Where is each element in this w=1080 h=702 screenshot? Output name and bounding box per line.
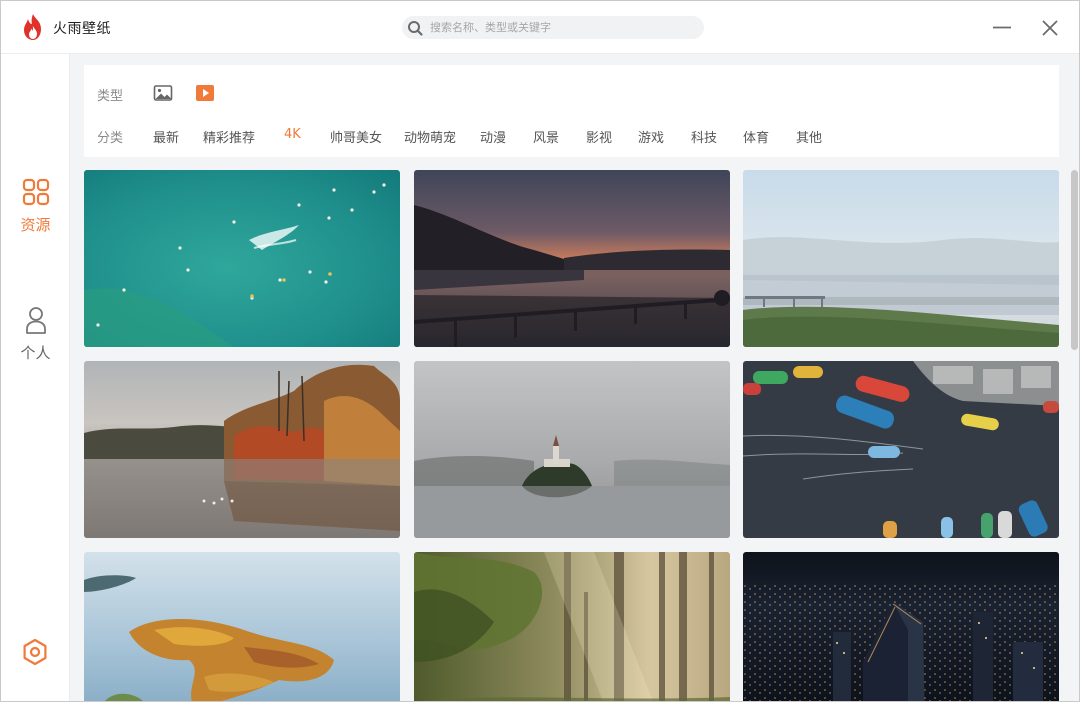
type-label: 类型 — [97, 89, 124, 104]
wallpaper-thumbnail[interactable] — [414, 552, 730, 701]
search-box[interactable] — [402, 16, 704, 39]
wallpaper-image — [743, 361, 1059, 538]
close-button[interactable] — [1037, 15, 1063, 41]
settings-icon[interactable] — [21, 638, 49, 666]
sidebar-item-label: 资源 — [20, 216, 51, 234]
category-latest[interactable]: 最新 — [153, 127, 179, 146]
category-sports[interactable]: 体育 — [743, 127, 769, 146]
category-other[interactable]: 其他 — [796, 127, 822, 146]
wallpaper-grid — [84, 170, 1060, 701]
wallpaper-thumbnail[interactable] — [414, 361, 730, 538]
category-people[interactable]: 帅哥美女 — [330, 127, 382, 146]
filter-panel: 类型 分类 最新 精彩推荐 4K 帅哥美女 动物萌宠 动漫 风景 影视 游戏 科… — [84, 65, 1059, 157]
category-label: 分类 — [97, 131, 124, 146]
wallpaper-image — [414, 552, 730, 701]
scrollbar-thumb[interactable] — [1071, 170, 1078, 350]
wallpaper-image — [414, 361, 730, 538]
sidebar-item-resources[interactable]: 资源 — [1, 178, 70, 235]
category-tech[interactable]: 科技 — [691, 127, 717, 146]
search-icon[interactable] — [406, 19, 424, 37]
grid-icon — [22, 178, 49, 206]
wallpaper-image — [84, 170, 400, 347]
wallpaper-thumbnail[interactable] — [743, 552, 1059, 701]
wallpaper-thumbnail[interactable] — [84, 361, 400, 538]
sidebar-item-label: 个人 — [20, 344, 51, 362]
category-featured[interactable]: 精彩推荐 — [203, 127, 255, 146]
wallpaper-image — [414, 170, 730, 347]
category-4k[interactable]: 4K — [284, 127, 301, 142]
wallpaper-thumbnail[interactable] — [414, 170, 730, 347]
wallpaper-image — [84, 361, 400, 538]
person-icon — [25, 307, 46, 334]
category-scenery[interactable]: 风景 — [533, 127, 559, 146]
image-icon[interactable] — [153, 84, 173, 102]
wallpaper-thumbnail[interactable] — [84, 552, 400, 701]
category-animals[interactable]: 动物萌宠 — [404, 127, 456, 146]
wallpaper-image — [743, 552, 1059, 701]
app-title: 火雨壁纸 — [53, 21, 111, 37]
sidebar-item-personal[interactable]: 个人 — [1, 306, 70, 363]
minimize-button[interactable] — [989, 15, 1015, 41]
wallpaper-image — [84, 552, 400, 701]
category-games[interactable]: 游戏 — [638, 127, 664, 146]
wallpaper-image — [743, 170, 1059, 347]
app-window: 火雨壁纸 资源 — [0, 0, 1080, 702]
sidebar: 资源 个人 — [1, 54, 70, 701]
search-input[interactable] — [430, 16, 698, 39]
wallpaper-thumbnail[interactable] — [84, 170, 400, 347]
title-bar: 火雨壁纸 — [1, 1, 1079, 54]
category-anime[interactable]: 动漫 — [480, 127, 506, 146]
app-logo-icon — [24, 14, 41, 40]
wallpaper-thumbnail[interactable] — [743, 170, 1059, 347]
category-film[interactable]: 影视 — [586, 127, 612, 146]
video-icon[interactable] — [195, 84, 215, 102]
wallpaper-thumbnail[interactable] — [743, 361, 1059, 538]
